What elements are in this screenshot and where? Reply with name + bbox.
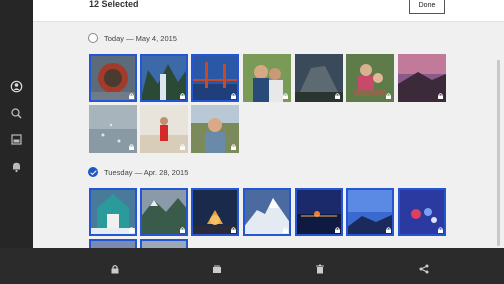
photo-thumb[interactable] xyxy=(398,54,446,102)
photo-thumb[interactable] xyxy=(89,54,137,102)
lock-icon xyxy=(180,227,185,233)
lock-icon xyxy=(129,144,134,150)
lock-icon xyxy=(129,93,134,99)
trash-icon[interactable] xyxy=(315,261,325,274)
lock-icon xyxy=(438,93,443,99)
photo-thumb[interactable] xyxy=(140,54,188,102)
lock-icon[interactable] xyxy=(110,261,120,274)
photo-thumb[interactable] xyxy=(346,54,394,102)
selection-header: 12 Selected Done xyxy=(33,0,504,22)
section-header-today: Today — May 4, 2015 xyxy=(88,32,177,44)
lock-icon xyxy=(231,227,236,233)
photo-thumb[interactable] xyxy=(191,54,239,102)
lock-icon xyxy=(231,93,236,99)
photo-thumb[interactable] xyxy=(191,105,239,153)
photo-thumb[interactable] xyxy=(398,188,446,236)
section-select-radio[interactable] xyxy=(88,33,98,43)
lock-icon xyxy=(180,144,185,150)
sidebar xyxy=(0,0,33,284)
section-select-radio[interactable] xyxy=(88,167,98,177)
search-icon[interactable] xyxy=(10,107,23,120)
photo-thumb[interactable] xyxy=(89,188,137,236)
notifications-icon[interactable] xyxy=(10,160,23,173)
library-icon[interactable] xyxy=(10,133,23,146)
section-date-label: Tuesday — Apr. 28, 2015 xyxy=(104,167,189,177)
lock-icon xyxy=(283,227,288,233)
photo-grid-area: 12 Selected Done Today — May 4, 2015 Tue… xyxy=(33,0,504,248)
lock-icon xyxy=(335,93,340,99)
lock-icon xyxy=(129,227,134,233)
done-button[interactable]: Done xyxy=(409,0,445,14)
scrollbar[interactable] xyxy=(497,60,500,246)
lock-icon xyxy=(180,93,185,99)
photo-thumb[interactable] xyxy=(346,188,394,236)
photo-thumb[interactable] xyxy=(89,105,137,153)
photo-thumb[interactable] xyxy=(140,239,188,248)
photo-thumb[interactable] xyxy=(295,188,343,236)
section-date-label: Today — May 4, 2015 xyxy=(104,33,177,43)
lock-icon xyxy=(386,227,391,233)
photo-thumb[interactable] xyxy=(191,188,239,236)
lock-icon xyxy=(438,227,443,233)
album-icon[interactable] xyxy=(212,261,222,273)
lock-icon xyxy=(283,93,288,99)
account-icon[interactable] xyxy=(10,80,23,93)
photo-thumb[interactable] xyxy=(140,188,188,236)
lock-icon xyxy=(386,93,391,99)
photo-thumb[interactable] xyxy=(295,54,343,102)
action-bar xyxy=(0,248,504,284)
photo-thumb[interactable] xyxy=(140,105,188,153)
section-header-tuesday: Tuesday — Apr. 28, 2015 xyxy=(88,166,188,178)
photo-thumb[interactable] xyxy=(243,54,291,102)
lock-icon xyxy=(335,227,340,233)
photo-thumb[interactable] xyxy=(243,188,291,236)
lock-icon xyxy=(231,144,236,150)
selected-count: 12 Selected xyxy=(89,0,139,9)
photo-thumb[interactable] xyxy=(89,239,137,248)
app-root: 12 Selected Done Today — May 4, 2015 Tue… xyxy=(0,0,504,284)
share-icon[interactable] xyxy=(419,261,429,274)
